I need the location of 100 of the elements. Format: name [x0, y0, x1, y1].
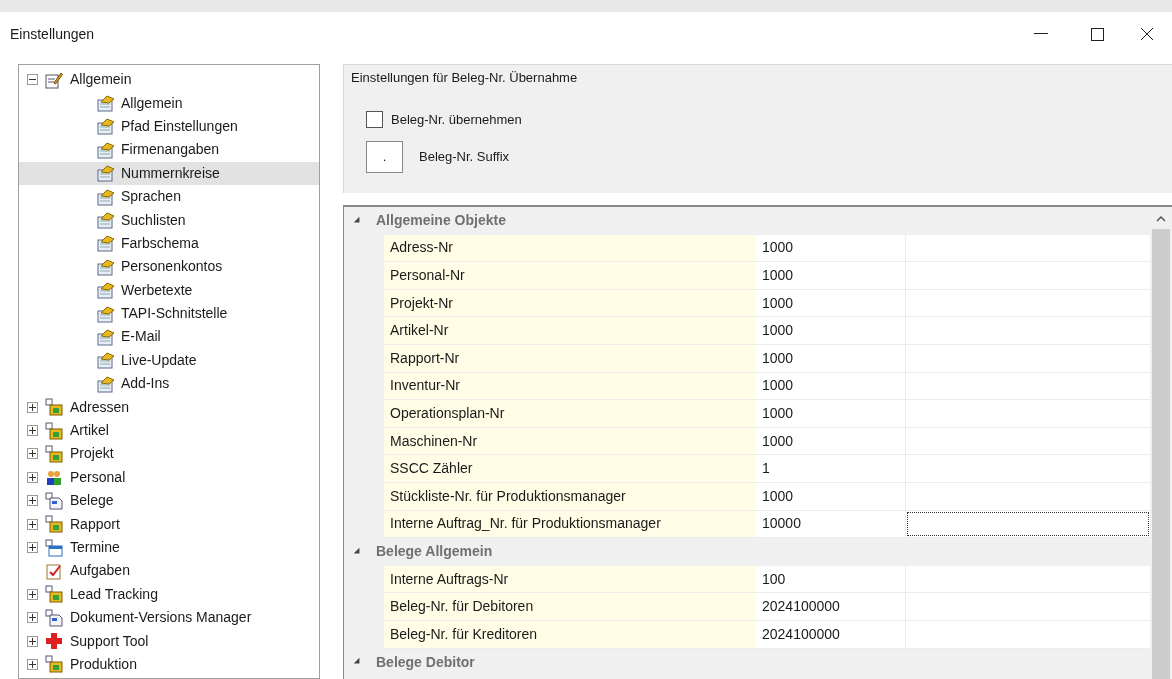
expand-toggle[interactable] [27, 588, 38, 600]
property-value[interactable]: 10000 [756, 510, 906, 539]
tree-item[interactable]: Artikel [19, 418, 319, 443]
tree-item[interactable]: Pfad Einstellungen [19, 114, 319, 139]
group-title: Einstellungen für Beleg-Nr. Übernahme [350, 68, 579, 88]
expand-toggle[interactable] [27, 401, 38, 413]
property-name[interactable]: Projekt-Nr [384, 289, 756, 318]
expand-toggle[interactable] [27, 471, 38, 483]
expand-toggle[interactable] [27, 425, 38, 437]
tree-item[interactable]: Sprachen [19, 184, 319, 209]
tree-item[interactable]: Allgemein [19, 91, 319, 115]
property-name[interactable]: Interne Auftrag_Nr. für Produktionsmanager [384, 510, 756, 539]
people-icon [45, 468, 63, 487]
tree-item[interactable]: E-Mail [19, 325, 319, 349]
property-name[interactable]: Maschinen-Nr [384, 427, 756, 456]
document-icon [45, 491, 63, 510]
property-name[interactable]: Stückliste-Nr. für Produktionsmanager [384, 482, 756, 511]
tree-item[interactable]: Personenkontos [19, 255, 319, 279]
expand-toggle[interactable] [27, 518, 38, 530]
tree-item-label: Farbschema [121, 233, 199, 253]
suffix-field[interactable]: . [366, 141, 403, 173]
expand-toggle[interactable] [27, 612, 38, 624]
tree-item-label: Support Tool [70, 631, 149, 651]
scroll-up-icon[interactable] [1156, 215, 1166, 223]
property-name[interactable]: Operationsplan-Nr [384, 400, 756, 428]
checkbox[interactable] [366, 111, 383, 129]
tree-item[interactable]: Werbetexte [19, 278, 319, 302]
tree-item-label: Pfad Einstellungen [121, 116, 238, 136]
property-value[interactable]: 1000 [756, 234, 906, 263]
tree-item[interactable]: Adressen [19, 395, 319, 419]
tree-item[interactable]: Lead Tracking [19, 582, 319, 606]
property-value[interactable]: 1000 [756, 372, 906, 401]
property-name[interactable]: Artikel-Nr [384, 317, 756, 345]
property-value[interactable]: 1000 [756, 262, 906, 290]
tree-item-label: Firmenangaben [121, 140, 220, 160]
tree-item-label: Personenkontos [121, 257, 223, 277]
category-header: Belege Allgemein [376, 542, 493, 562]
scrollbar-thumb[interactable] [1152, 229, 1170, 679]
tree-item[interactable]: Firmenangaben [19, 138, 319, 162]
clipboard-check-icon [45, 561, 63, 580]
expand-toggle[interactable] [27, 542, 38, 553]
property-name[interactable]: Beleg-Nr. für Debitoren [384, 593, 756, 621]
pencil-page-icon [45, 70, 63, 89]
tree-item[interactable]: TAPI-Schnitstelle [19, 301, 319, 326]
tree-item[interactable]: Personal [19, 465, 319, 490]
module-icon [45, 515, 63, 534]
tree-item[interactable]: Suchlisten [19, 208, 319, 232]
tree-item[interactable]: Support Tool [19, 629, 319, 653]
tree-item-label: Rapport [70, 514, 120, 534]
property-name[interactable]: Personal-Nr [384, 262, 756, 290]
property-value[interactable]: 1 [756, 455, 906, 483]
expand-toggle[interactable] [27, 448, 38, 460]
tree-item[interactable]: Termine [19, 535, 319, 560]
tree-item[interactable]: Allgemein [19, 68, 319, 92]
property-value[interactable]: 100 [756, 565, 906, 594]
module-icon [45, 444, 63, 463]
tree-item-label: E-Mail [121, 327, 161, 347]
tree-item[interactable]: Rapport [19, 512, 319, 536]
tree-item-label: Termine [70, 538, 120, 557]
tree-item-label: Aufgaben [70, 561, 130, 581]
module-icon [45, 585, 63, 604]
settings-page-icon [97, 94, 115, 113]
property-value[interactable]: 1000 [756, 482, 906, 511]
tree-item[interactable]: Farbschema [19, 231, 319, 256]
property-value[interactable]: 1000 [756, 344, 906, 373]
tree-item[interactable]: Add-Ins [19, 372, 319, 396]
property-value[interactable]: 1000 [756, 400, 906, 428]
tree-item[interactable]: Projekt [19, 442, 319, 466]
property-name[interactable]: Inventur-Nr [384, 372, 756, 401]
tree-item-label: Artikel [70, 421, 109, 441]
property-name[interactable]: Rapport-Nr [384, 344, 756, 373]
property-value[interactable]: 2024100000 [756, 593, 906, 621]
property-name[interactable]: Interne Auftrags-Nr [384, 565, 756, 594]
property-value[interactable]: 1000 [756, 289, 906, 318]
tree-item-label: Dokument-Versions Manager [70, 608, 252, 628]
tree-item-label: Projekt [70, 444, 114, 464]
expand-toggle[interactable] [27, 635, 38, 647]
property-value[interactable]: 1000 [756, 427, 906, 456]
property-name[interactable]: Adress-Nr [384, 234, 756, 263]
settings-page-icon [97, 187, 115, 206]
tree-item[interactable]: Dokument-Versions Manager [19, 606, 319, 630]
settings-page-icon [97, 281, 115, 300]
tree-item[interactable]: Nummernkreise [19, 161, 319, 185]
settings-page-icon [97, 164, 115, 183]
property-value[interactable]: 1000 [756, 317, 906, 345]
property-name[interactable]: Beleg-Nr. für Kreditoren [384, 620, 756, 649]
expand-toggle[interactable] [27, 658, 38, 670]
expand-toggle[interactable] [27, 495, 38, 507]
settings-page-icon [97, 211, 115, 230]
tree-item[interactable]: Live-Update [19, 348, 319, 373]
property-value[interactable]: 2024100000 [756, 620, 906, 649]
collapse-toggle[interactable] [27, 74, 38, 86]
tree-item[interactable]: Belege [19, 489, 319, 513]
tree-item[interactable]: Produktion [19, 652, 319, 677]
settings-page-icon [97, 117, 115, 136]
settings-page-icon [97, 140, 115, 159]
settings-page-icon [97, 351, 115, 370]
tree-item[interactable]: Aufgaben [19, 559, 319, 583]
property-name[interactable]: SSCC Zähler [384, 455, 756, 483]
maximize-icon [1090, 27, 1104, 41]
